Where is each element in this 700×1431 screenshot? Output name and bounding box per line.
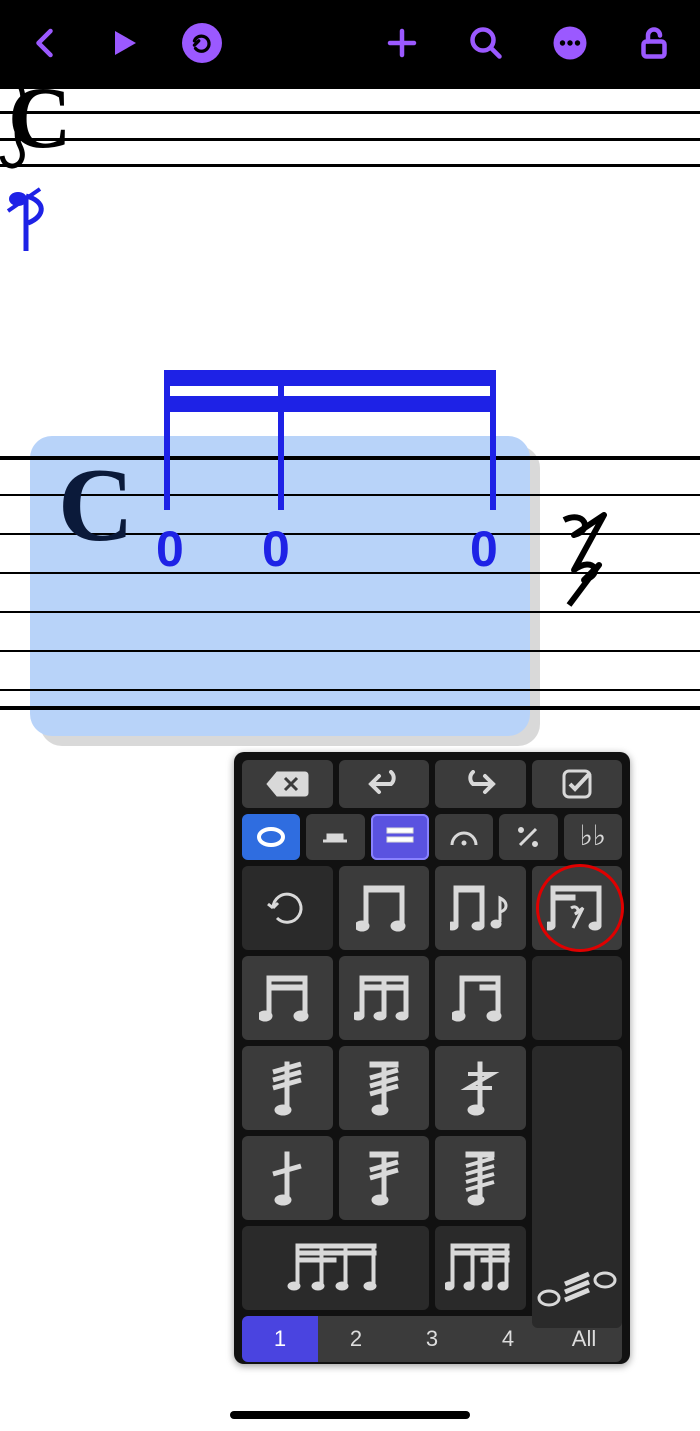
sixteenth-pair-2-button[interactable] <box>435 956 526 1040</box>
add-button[interactable] <box>380 21 424 65</box>
undo-circle-icon <box>182 23 222 63</box>
mode-fermata-button[interactable] <box>435 814 493 860</box>
home-indicator <box>230 1411 470 1419</box>
check-box-icon <box>562 769 592 799</box>
tremolo-stem-1-icon <box>267 1148 307 1208</box>
double-flat-icon: ♭♭ <box>580 823 606 851</box>
tremolo-stem-1-button[interactable] <box>242 1136 333 1220</box>
mode-rest-button[interactable] <box>306 814 364 860</box>
redo-arrow-icon <box>463 770 497 798</box>
fermata-icon <box>450 827 478 847</box>
beamed-32-b-icon <box>445 1238 515 1298</box>
tremolo-2b-icon <box>364 1058 404 1118</box>
tremolo-stem-2-icon <box>364 1148 404 1208</box>
eighth-beam-grace-icon <box>450 880 510 936</box>
more-icon <box>552 25 588 61</box>
mode-beam-button[interactable] <box>371 814 429 860</box>
lock-button[interactable] <box>632 21 676 65</box>
top-toolbar <box>0 0 700 86</box>
beam-icon <box>164 370 496 386</box>
sixteenth-rest-icon <box>554 510 614 610</box>
keypad-tab-3[interactable]: 3 <box>394 1316 470 1362</box>
mode-tremolo-button[interactable] <box>499 814 557 860</box>
keypad-confirm-button[interactable] <box>532 760 623 808</box>
tremolo-2b-button[interactable] <box>339 1046 430 1130</box>
sixteenth-pair-icon <box>259 970 315 1026</box>
tremolo-2-icon <box>267 1058 307 1118</box>
beam-rest-button[interactable] <box>532 866 623 950</box>
history-icon <box>267 888 307 928</box>
search-icon <box>468 25 504 61</box>
beam-mode-icon <box>385 826 415 848</box>
stem <box>164 370 170 510</box>
plus-icon <box>384 25 420 61</box>
keypad-undo-button[interactable] <box>339 760 430 808</box>
more-button[interactable] <box>548 21 592 65</box>
tremolo-stem-2-button[interactable] <box>339 1136 430 1220</box>
tab-time-sig: C <box>58 444 134 565</box>
empty-slot <box>532 956 623 1040</box>
beamed-32-a-button[interactable] <box>242 1226 429 1310</box>
rest-icon <box>323 828 347 846</box>
tremolo-z-icon <box>460 1058 500 1118</box>
tremolo-stem-3-icon <box>460 1148 500 1208</box>
slash-percent-icon <box>516 825 540 849</box>
sixteenth-pair-button[interactable] <box>242 956 333 1040</box>
eighth-beam-icon <box>356 880 412 936</box>
beamed-32-b-button[interactable] <box>435 1226 526 1310</box>
note-input-keypad: ♭♭ <box>234 752 630 1364</box>
tremolo-stem-3-button[interactable] <box>435 1136 526 1220</box>
staff-line <box>0 138 700 141</box>
tremolo-between-button[interactable] <box>532 1046 623 1328</box>
tremolo-2-button[interactable] <box>242 1046 333 1130</box>
whole-note-icon <box>256 827 286 847</box>
keypad-tab-2[interactable]: 2 <box>318 1316 394 1362</box>
sixteenth-triple-icon <box>354 970 414 1026</box>
delete-button[interactable] <box>242 760 333 808</box>
play-button[interactable] <box>102 21 146 65</box>
tab-fret-number[interactable]: 0 <box>156 520 184 578</box>
tab-fret-number[interactable]: 0 <box>470 520 498 578</box>
tab-fret-number[interactable]: 0 <box>262 520 290 578</box>
undo-button[interactable] <box>180 21 224 65</box>
backspace-icon <box>265 770 309 798</box>
mode-whole-note-button[interactable] <box>242 814 300 860</box>
search-button[interactable] <box>464 21 508 65</box>
sixteenth-pair-2-icon <box>452 970 508 1026</box>
undo-arrow-icon <box>367 770 401 798</box>
beam-grace-button[interactable] <box>435 866 526 950</box>
staff-line <box>0 111 700 114</box>
keypad-top-row <box>242 760 622 808</box>
eighth-beam-rest-icon <box>547 880 607 936</box>
unlock-icon <box>636 25 672 61</box>
stem <box>278 370 284 510</box>
sixteenth-triple-button[interactable] <box>339 956 430 1040</box>
beam-icon <box>164 396 496 412</box>
tremolo-z-button[interactable] <box>435 1046 526 1130</box>
back-icon <box>28 25 64 61</box>
tremolo-between-icon <box>537 1250 617 1310</box>
play-icon <box>106 25 142 61</box>
keypad-tab-1[interactable]: 1 <box>242 1316 318 1362</box>
treble-time-sig: C <box>8 68 72 169</box>
back-button[interactable] <box>24 21 68 65</box>
keypad-grid <box>242 866 622 1310</box>
mode-double-flat-button[interactable]: ♭♭ <box>564 814 622 860</box>
beam-pattern-1-button[interactable] <box>339 866 430 950</box>
staff-line <box>0 164 700 167</box>
recent-button[interactable] <box>242 866 333 950</box>
grace-note-icon <box>0 181 60 271</box>
staff-line <box>0 86 700 89</box>
keypad-mode-row: ♭♭ <box>242 814 622 860</box>
keypad-redo-button[interactable] <box>435 760 526 808</box>
stem <box>490 370 496 510</box>
beamed-32-a-icon <box>286 1238 386 1298</box>
